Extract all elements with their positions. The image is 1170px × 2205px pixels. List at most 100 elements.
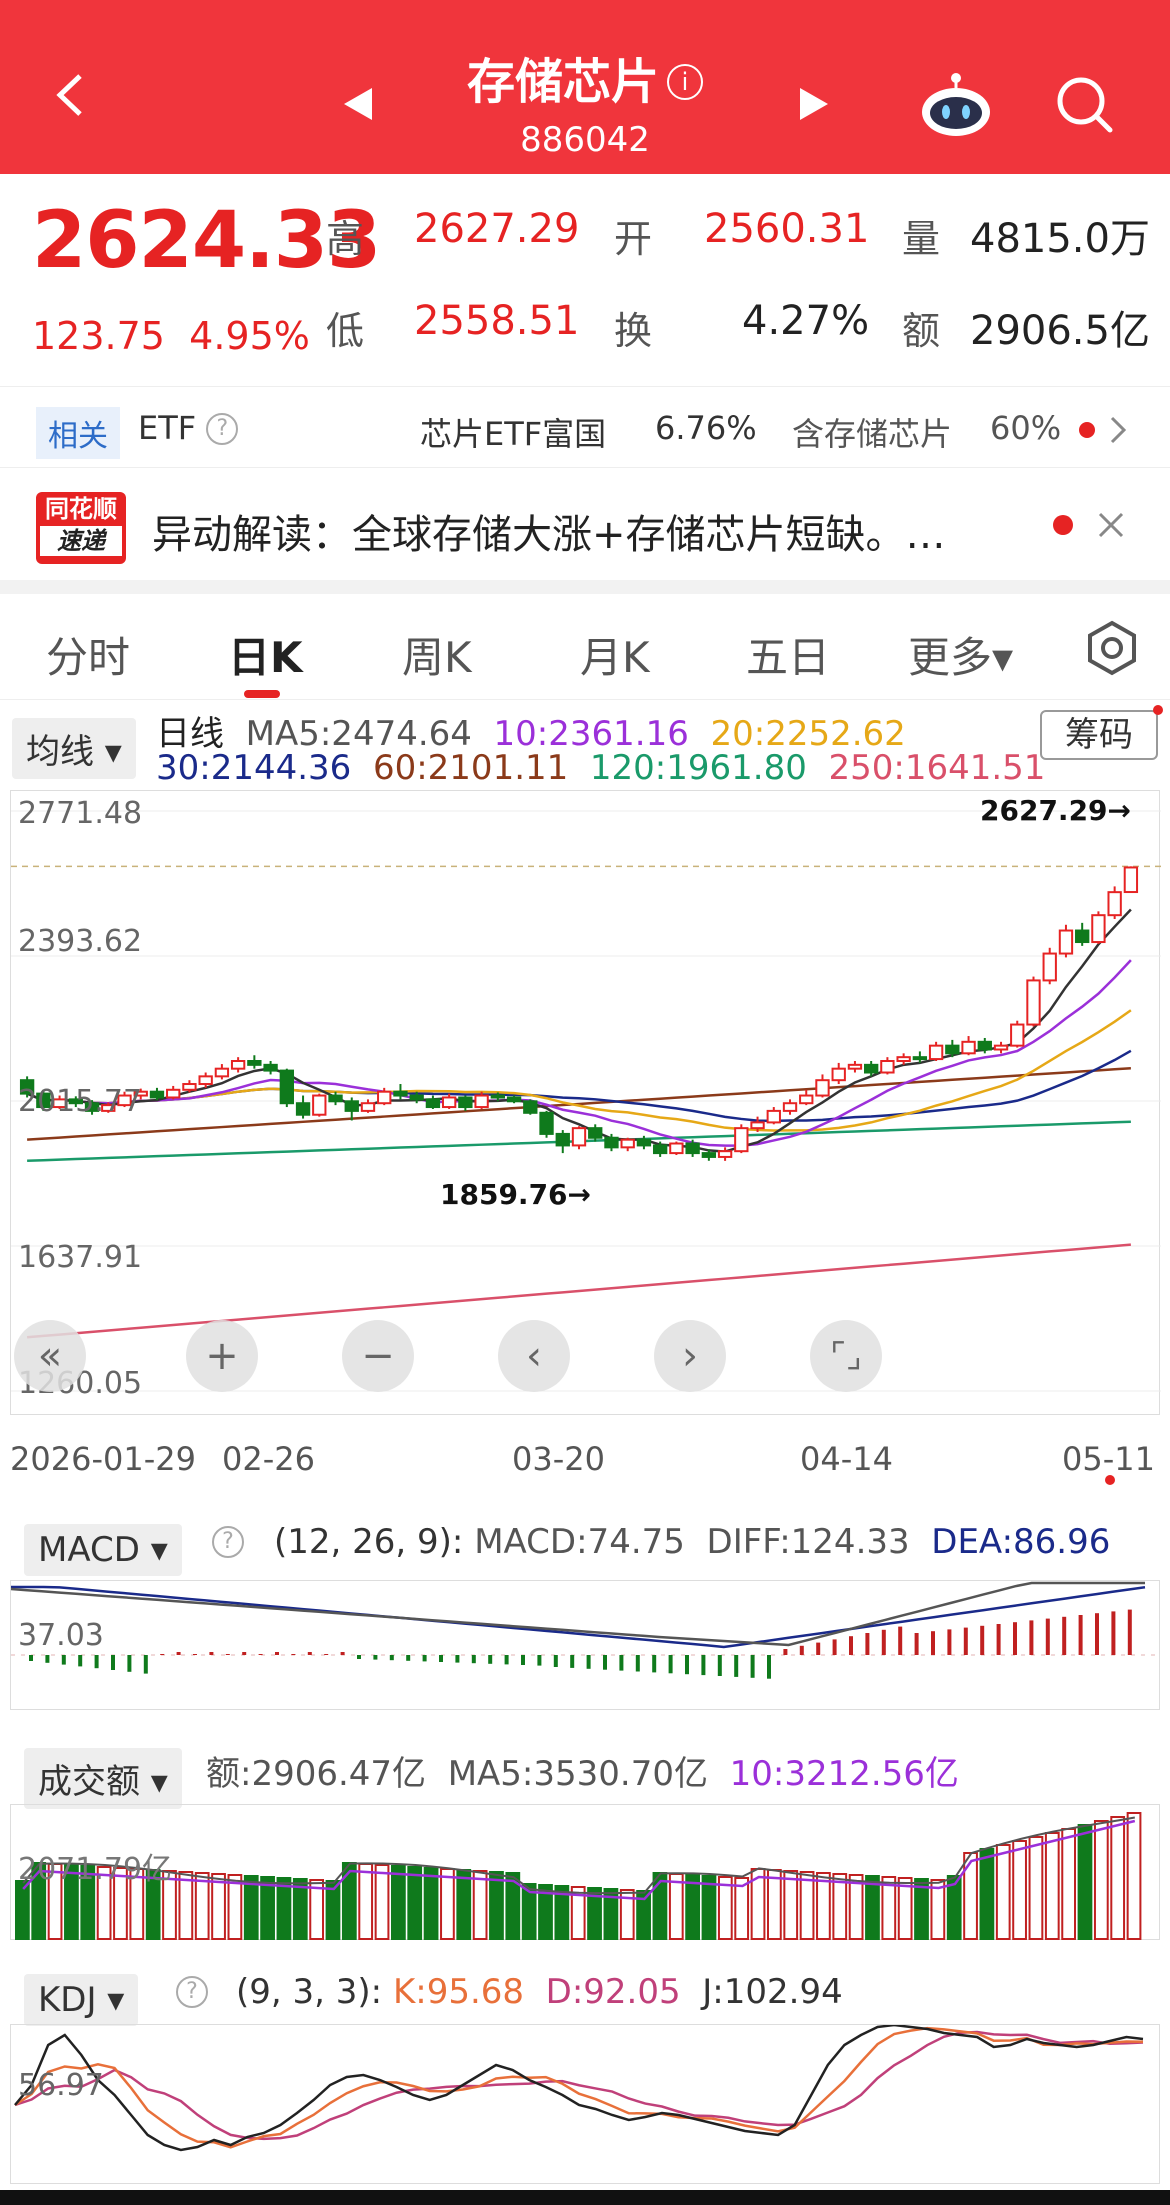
scroll-right-button[interactable]: ›	[654, 1320, 726, 1392]
macd-bar	[881, 1629, 886, 1655]
news-flash-row[interactable]: 同花顺 速递 异动解读：全球存储大涨+存储芯片短缺。…	[0, 470, 1170, 580]
active-tab-indicator	[244, 690, 280, 698]
search-icon[interactable]	[1054, 74, 1114, 134]
amount-bar	[767, 1869, 782, 1940]
macd-bar	[143, 1655, 148, 1674]
macd-params: (12, 26, 9):	[274, 1522, 464, 1562]
amount-bar	[178, 1871, 194, 1940]
red-dot-icon	[1153, 705, 1163, 715]
tab-more[interactable]: 更多▾	[908, 624, 1013, 685]
turnover-label: 换	[614, 309, 653, 353]
zoom-in-button[interactable]: +	[186, 1320, 258, 1392]
d-value: D:92.05	[545, 1972, 681, 2012]
candle-body	[166, 1088, 181, 1099]
zoom-out-button[interactable]: −	[342, 1320, 414, 1392]
candle-body	[782, 1102, 798, 1112]
macd-bar	[603, 1655, 607, 1670]
tab-weekly-k[interactable]: 周K	[402, 624, 472, 685]
candle-body	[328, 1094, 343, 1103]
macd-bar	[160, 1654, 165, 1655]
tab-intraday[interactable]: 分时	[46, 624, 130, 685]
kdj-chart[interactable]	[11, 2023, 1161, 2185]
section-divider	[0, 580, 1170, 594]
macd-chart[interactable]	[10, 1581, 1161, 1711]
help-icon[interactable]: ?	[212, 1526, 244, 1558]
amount-bar	[832, 1873, 848, 1940]
ma120-value: 120:1961.80	[589, 748, 807, 788]
macd-bar	[406, 1655, 411, 1661]
macd-bar	[635, 1655, 640, 1672]
kline-chart-panel[interactable]	[10, 790, 1161, 1416]
macd-chart-panel[interactable]	[10, 1580, 1161, 1711]
candle-body	[409, 1094, 424, 1101]
kline-chart[interactable]	[11, 791, 1161, 1416]
candle-body	[652, 1144, 668, 1155]
amount-dropdown[interactable]: 成交额 ▾	[24, 1748, 182, 1809]
low-marker: 1859.76→	[440, 1178, 591, 1211]
macd-bar	[225, 1654, 230, 1655]
macd-bar	[29, 1655, 33, 1661]
etf-fund-name[interactable]: 芯片ETF富国	[420, 409, 606, 455]
macd-dropdown[interactable]: MACD ▾	[24, 1524, 182, 1576]
chevron-right-icon[interactable]	[1108, 415, 1128, 445]
tab-five-day[interactable]: 五日	[746, 624, 830, 685]
candle-body	[912, 1056, 928, 1061]
etf-label-text: ETF	[138, 409, 197, 447]
tab-monthly-k[interactable]: 月K	[580, 624, 650, 685]
candle-body	[896, 1056, 911, 1063]
volume-value: 4815.0万	[970, 216, 1150, 262]
zoom-all-button[interactable]: «	[14, 1320, 86, 1392]
ma-dropdown[interactable]: 均线 ▾	[12, 718, 136, 779]
fullscreen-button[interactable]: ⌜⌟	[810, 1320, 882, 1392]
kdj-dropdown[interactable]: KDJ ▾	[24, 1974, 139, 2026]
info-icon[interactable]: i	[667, 64, 703, 100]
home-indicator-bar	[0, 2190, 1170, 2205]
change-value: 123.75	[32, 314, 165, 358]
candle-body	[490, 1094, 506, 1099]
scroll-left-button[interactable]: ‹	[498, 1320, 570, 1392]
macd-bar	[734, 1655, 739, 1677]
macd-bar	[849, 1636, 853, 1655]
top-bar: 存储芯片 i 886042	[0, 0, 1170, 174]
amount-chart[interactable]	[11, 1805, 1161, 1941]
settings-icon[interactable]	[1084, 620, 1140, 676]
macd-bar	[291, 1654, 296, 1655]
macd-bar	[307, 1652, 312, 1655]
candle-body	[766, 1109, 781, 1124]
macd-bar	[898, 1626, 903, 1655]
amount-bar	[783, 1870, 799, 1940]
candle-body	[458, 1096, 473, 1109]
close-icon[interactable]	[1096, 510, 1126, 540]
candle-body	[831, 1067, 846, 1082]
macd-bar	[504, 1655, 509, 1665]
macd-bar	[258, 1654, 263, 1655]
macd-bar	[570, 1655, 575, 1668]
macd-bar	[488, 1655, 493, 1664]
high-marker: 2627.29→	[980, 794, 1131, 827]
related-etf-row[interactable]: 相关 ETF ? 芯片ETF富国 6.76% 含存储芯片 60%	[0, 386, 1170, 468]
candle-body	[377, 1090, 392, 1105]
news-text[interactable]: 异动解读：全球存储大涨+存储芯片短缺。…	[152, 502, 946, 560]
chip-distribution-button[interactable]: 筹码	[1040, 710, 1158, 760]
candle-body	[230, 1060, 246, 1070]
next-stock-icon[interactable]	[796, 86, 832, 122]
kdj-y-label: 56.97	[18, 2068, 104, 2103]
macd-bar	[717, 1655, 722, 1676]
macd-bar	[799, 1645, 804, 1655]
macd-bar	[586, 1655, 591, 1669]
quote-panel: 2624.33 123.75 4.95% 高 2627.29 低 2558.51…	[0, 174, 1170, 384]
robot-assistant-icon[interactable]	[918, 72, 994, 138]
candle-body	[555, 1132, 570, 1147]
kdj-chart-panel[interactable]	[10, 2023, 1161, 2185]
amount-bar	[1077, 1824, 1093, 1940]
help-icon[interactable]: ?	[206, 413, 239, 445]
macd-bar	[176, 1652, 181, 1655]
macd-bar	[931, 1631, 935, 1655]
tab-daily-k[interactable]: 日K	[228, 624, 303, 685]
amount-ma10: 10:3212.56亿	[729, 1754, 959, 1794]
amount-chart-panel[interactable]	[10, 1804, 1160, 1940]
macd-bar	[439, 1655, 443, 1662]
help-icon[interactable]: ?	[176, 1976, 208, 2008]
minus-icon: −	[361, 1333, 395, 1379]
amount-bar	[456, 1869, 472, 1940]
